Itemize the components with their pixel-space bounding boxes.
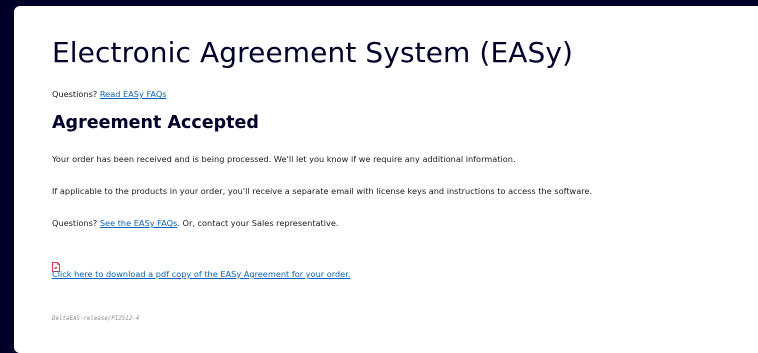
order-received-text: Your order has been received and is bein… [52,154,516,164]
read-faqs-link[interactable]: Read EASy FAQs [100,89,167,99]
license-info-text: If applicable to the products in your or… [52,186,593,196]
questions-label: Questions? [52,89,98,99]
page-title: Electronic Agreement System (EASy) [52,36,574,69]
pdf-download-line: Click here to download a pdf copy of the… [52,269,350,280]
build-version-label: DeltaEAS-release/PI2512-4 [52,316,140,322]
agreement-accepted-heading: Agreement Accepted [52,113,259,133]
download-pdf-link[interactable]: Click here to download a pdf copy of the… [52,269,350,279]
faq-line: Questions? Read EASy FAQs [52,89,167,100]
contact-line: Questions? See the EASy FAQs. Or, contac… [52,218,339,229]
contact-sales-text: . Or, contact your Sales representative. [177,218,339,228]
questions-label: Questions? [52,218,98,228]
page-frame: Electronic Agreement System (EASy) Quest… [14,6,758,353]
pdf-file-icon[interactable] [52,257,60,272]
see-faqs-link[interactable]: See the EASy FAQs [100,218,177,228]
